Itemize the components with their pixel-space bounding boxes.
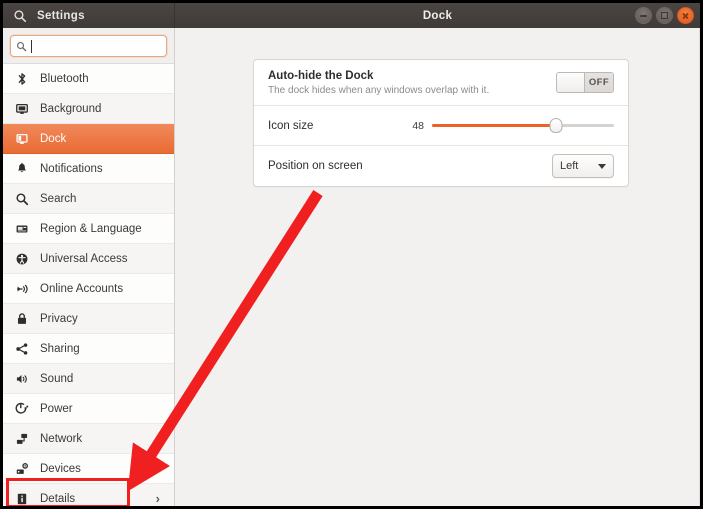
sidebar-item-label: Sound — [40, 372, 74, 385]
sidebar-item-online-accounts[interactable]: Online Accounts — [3, 274, 174, 304]
app-title: Settings — [37, 9, 85, 22]
sidebar-item-label: Devices — [40, 462, 81, 475]
sidebar-item-universal-access[interactable]: Universal Access — [3, 244, 174, 274]
bluetooth-icon — [13, 70, 31, 88]
settings-window: Settings Dock Bluetooth Background Dock … — [0, 0, 703, 509]
content-edge — [699, 28, 700, 506]
sidebar-item-sound[interactable]: Sound — [3, 364, 174, 394]
sidebar-item-privacy[interactable]: Privacy — [3, 304, 174, 334]
search-icon — [16, 41, 27, 52]
auto-hide-subtitle: The dock hides when any windows overlap … — [268, 84, 490, 96]
sidebar-item-label: Sharing — [40, 342, 80, 355]
network-icon — [13, 430, 31, 448]
sidebar-item-label: Region & Language — [40, 222, 142, 235]
sidebar-item-power[interactable]: Power — [3, 394, 174, 424]
main-content: Auto-hide the Dock The dock hides when a… — [175, 28, 700, 506]
window-titlebar: Settings Dock — [3, 3, 700, 29]
page-title: Dock — [422, 9, 453, 22]
accessibility-icon — [13, 250, 31, 268]
search-input[interactable] — [10, 35, 167, 57]
auto-hide-texts: Auto-hide the Dock The dock hides when a… — [268, 69, 489, 97]
sidebar-item-sharing[interactable]: Sharing — [3, 334, 174, 364]
position-selected-value: Left — [560, 160, 579, 172]
sidebar-search-container — [3, 28, 174, 64]
chevron-down-icon — [598, 163, 606, 169]
power-icon — [13, 400, 31, 418]
sidebar-item-label: Dock — [40, 132, 67, 145]
icon-size-value: 48 — [412, 119, 424, 132]
sidebar-item-label: Online Accounts — [40, 282, 124, 295]
position-dropdown[interactable]: Left — [552, 154, 614, 178]
sidebar-item-search[interactable]: Search — [3, 184, 174, 214]
minimize-icon — [640, 14, 647, 17]
position-label: Position on screen — [268, 160, 363, 172]
slider-handle[interactable] — [549, 118, 563, 133]
titlebar-left-section: Settings — [3, 3, 175, 28]
titlebar-center-section: Dock — [175, 3, 700, 28]
sidebar-item-label: Search — [40, 192, 77, 205]
text-cursor — [31, 39, 32, 53]
monitor-icon — [13, 100, 31, 118]
maximize-icon — [661, 12, 668, 19]
slider-fill — [432, 124, 556, 127]
window-controls — [635, 3, 694, 28]
auto-hide-toggle[interactable]: OFF — [556, 72, 614, 93]
sidebar-nav-list: Bluetooth Background Dock Notifications — [3, 64, 174, 506]
online-accounts-icon — [13, 280, 31, 298]
details-highlight-box — [6, 478, 130, 506]
sidebar-item-region-language[interactable]: Region & Language — [3, 214, 174, 244]
maximize-button[interactable] — [656, 7, 673, 24]
sidebar-item-notifications[interactable]: Notifications — [3, 154, 174, 184]
auto-hide-title: Auto-hide the Dock — [268, 69, 374, 82]
sidebar-item-label: Privacy — [40, 312, 78, 325]
share-icon — [13, 340, 31, 358]
icon-size-label: Icon size — [268, 119, 314, 132]
close-icon — [682, 12, 689, 19]
sidebar-item-network[interactable]: Network — [3, 424, 174, 454]
sidebar-item-label: Bluetooth — [40, 72, 89, 85]
sidebar-item-label: Network — [40, 432, 83, 445]
icon-size-row: Icon size 48 — [254, 106, 628, 146]
toggle-knob — [557, 73, 585, 92]
position-row: Position on screen Left — [254, 146, 628, 186]
dock-settings-card: Auto-hide the Dock The dock hides when a… — [253, 59, 629, 187]
auto-hide-row: Auto-hide the Dock The dock hides when a… — [254, 60, 628, 106]
sidebar-item-label: Background — [40, 102, 102, 115]
sidebar-item-label: Power — [40, 402, 73, 415]
sidebar-item-bluetooth[interactable]: Bluetooth — [3, 64, 174, 94]
close-button[interactable] — [677, 7, 694, 24]
search-icon[interactable] — [3, 3, 37, 28]
search-icon — [13, 190, 31, 208]
minimize-button[interactable] — [635, 7, 652, 24]
bell-icon — [13, 160, 31, 178]
chevron-right-icon: › — [155, 461, 160, 476]
sidebar: Bluetooth Background Dock Notifications — [3, 28, 175, 506]
sidebar-item-label: Universal Access — [40, 252, 128, 265]
privacy-lock-icon — [13, 310, 31, 328]
dock-icon — [13, 130, 31, 148]
keyboard-icon — [13, 220, 31, 238]
chevron-right-icon: › — [155, 491, 160, 506]
sidebar-item-background[interactable]: Background — [3, 94, 174, 124]
devices-icon — [13, 460, 31, 478]
sidebar-item-label: Notifications — [40, 162, 103, 175]
speaker-icon — [13, 370, 31, 388]
toggle-state-label: OFF — [585, 73, 613, 92]
sidebar-item-dock[interactable]: Dock — [3, 124, 174, 154]
icon-size-slider[interactable] — [432, 118, 614, 134]
